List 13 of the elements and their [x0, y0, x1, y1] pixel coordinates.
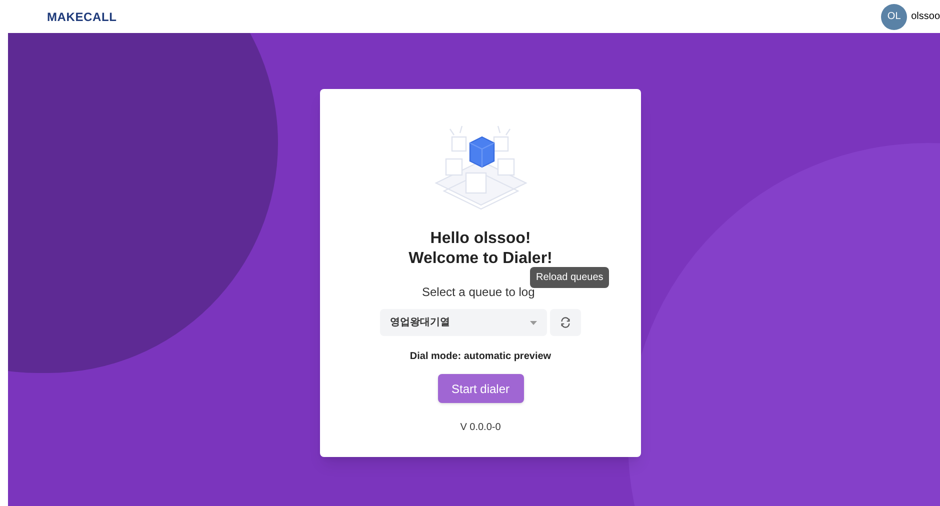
- refresh-icon: [560, 317, 571, 328]
- welcome-heading: Welcome to Dialer!: [408, 249, 552, 269]
- reload-button[interactable]: [550, 309, 581, 336]
- logo-text: MAKECALL: [47, 8, 117, 26]
- user-avatar[interactable]: OL: [881, 4, 908, 30]
- dial-mode-text: Dial mode: automatic preview: [410, 350, 552, 364]
- username: olssoo: [911, 10, 940, 24]
- queue-select[interactable]: 영업왕대기열: [380, 309, 547, 336]
- greeting-heading: Hello olssoo!: [430, 229, 531, 249]
- version-text: V 0.0.0-0: [460, 421, 501, 435]
- dropdown-caret-icon: [530, 320, 537, 324]
- start-dialer-button[interactable]: Start dialer: [438, 374, 524, 403]
- tooltip: Reload queues: [530, 267, 610, 288]
